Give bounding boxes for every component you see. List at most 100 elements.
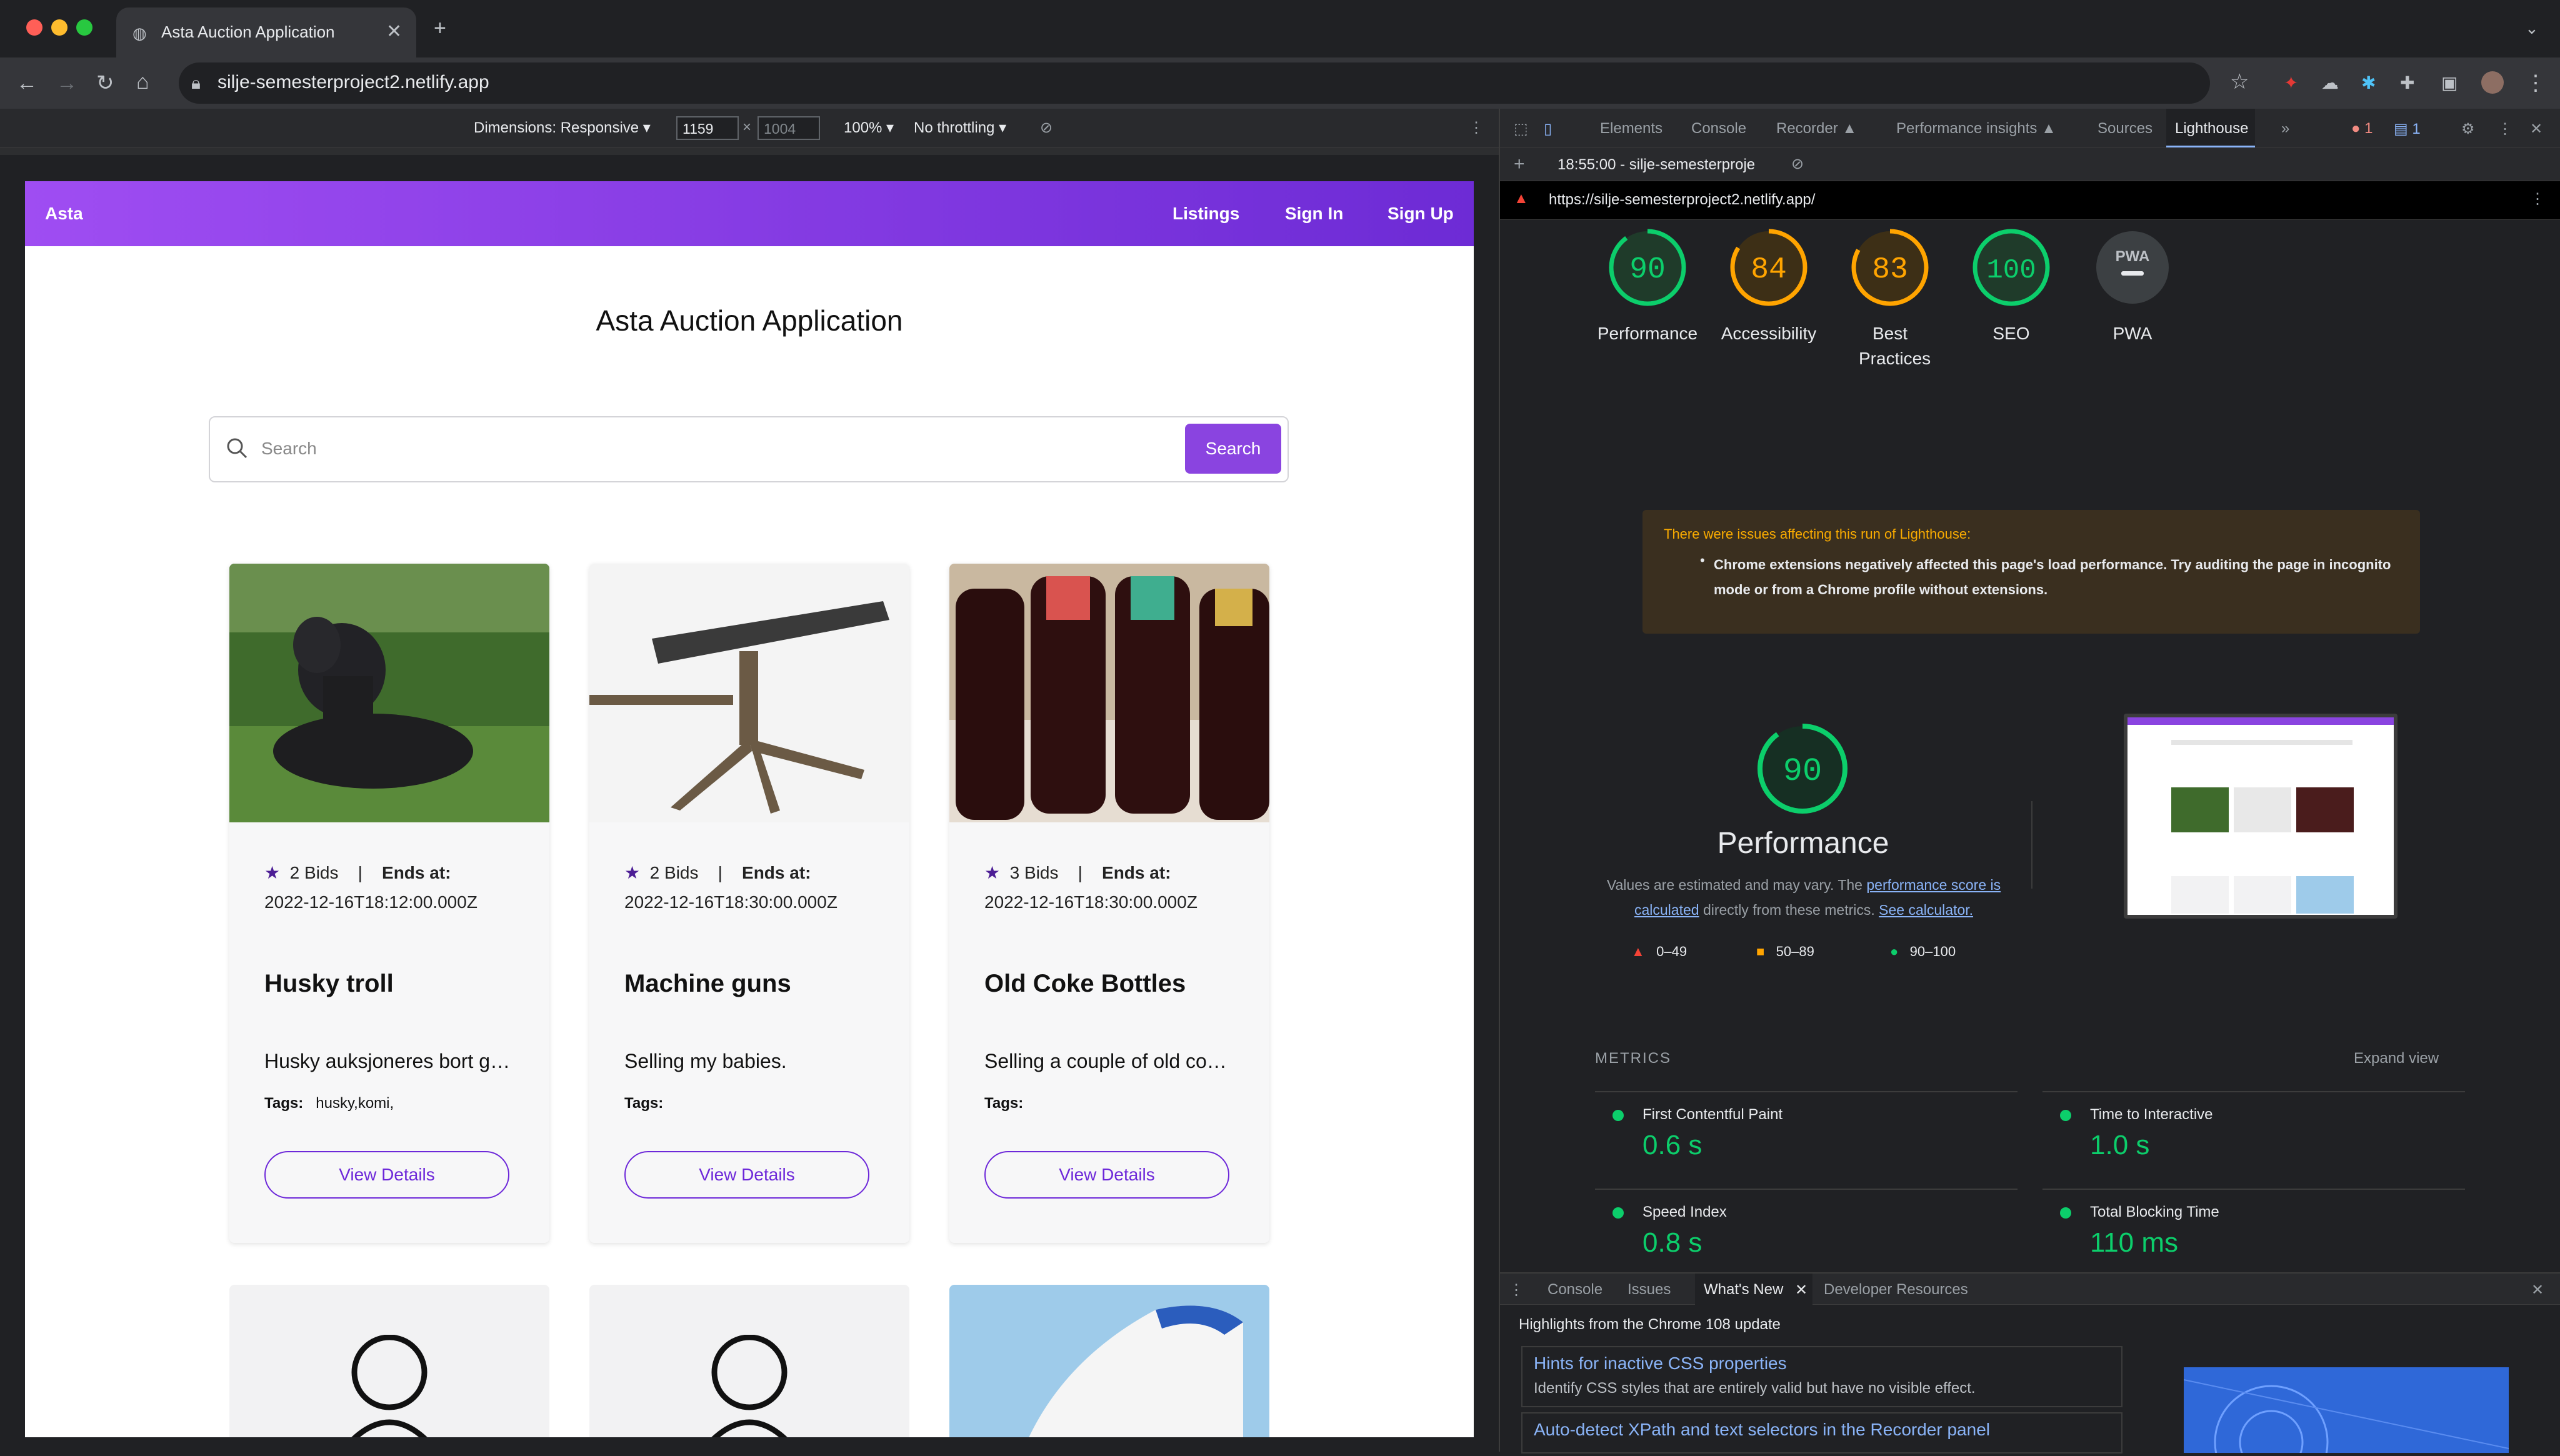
minimize-window-button[interactable] (51, 19, 68, 36)
drawer-tab-developer-resources[interactable]: Developer Resources (1824, 1281, 1968, 1299)
tab-console[interactable]: Console (1691, 120, 1746, 137)
report-select[interactable]: 18:55:00 - silje-semesterproje (1558, 156, 1755, 174)
inspect-icon[interactable]: ⬚ (1514, 120, 1528, 138)
close-window-button[interactable] (26, 19, 42, 36)
close-devtools-icon[interactable]: ✕ (2530, 120, 2542, 138)
height-input[interactable]: 1004 (758, 116, 820, 140)
menu-kebab-icon[interactable]: ⋮ (2525, 72, 2546, 94)
extension-icon[interactable]: ✱ (2361, 72, 2376, 94)
score-label: PWA (2112, 324, 2152, 343)
lighthouse-toolbar: + 18:55:00 - silje-semesterproje ⊘ (1500, 147, 2560, 181)
user-placeholder-icon[interactable] (699, 1335, 799, 1437)
close-tab-icon[interactable]: ✕ (1795, 1281, 1808, 1299)
tab-lighthouse[interactable]: Lighthouse (2175, 120, 2248, 137)
listing-description: Husky auksjoneres bort g… (264, 1050, 511, 1072)
zoom-select[interactable]: 100% ▾ (844, 119, 894, 137)
thumb-card-image (2234, 787, 2291, 832)
score-gauge-best-practices[interactable]: 83 (1849, 226, 1931, 309)
expand-view-toggle[interactable]: Expand view (2354, 1050, 2439, 1067)
maximize-window-button[interactable] (76, 19, 92, 36)
dimensions-select[interactable]: Dimensions: Responsive ▾ (474, 119, 651, 137)
back-icon[interactable]: ← (16, 72, 38, 94)
gear-icon[interactable]: ⚙ (2461, 120, 2475, 138)
score-label: Best Practices (1859, 324, 1931, 368)
page-screenshot-thumbnail[interactable] (2124, 714, 2398, 919)
close-tab-icon[interactable]: ✕ (386, 21, 402, 42)
end-date: 2022-12-16T18:30:00.000Z (984, 892, 1198, 912)
tab-elements[interactable]: Elements (1600, 120, 1662, 137)
width-input[interactable]: 1159 (676, 116, 739, 140)
menu-kebab-icon[interactable]: ⋮ (2498, 120, 2512, 138)
score-gauge-performance[interactable]: 90 (1606, 226, 1689, 309)
tab-sources[interactable]: Sources (2098, 120, 2152, 137)
listing-image-dog[interactable] (229, 564, 549, 822)
side-panel-icon[interactable]: ▣ (2441, 72, 2458, 94)
menu-kebab-icon[interactable]: ⋮ (2530, 190, 2545, 208)
clear-icon[interactable]: ⊘ (1791, 155, 1804, 173)
device-toggle-icon[interactable]: ▯ (1544, 120, 1552, 138)
error-count[interactable]: ● 1 (2351, 120, 2373, 137)
address-bar-url: silje-semesterproject2.netlify.app (218, 72, 489, 92)
nav-listings[interactable]: Listings (1172, 204, 1239, 224)
extension-icon[interactable]: ☁ (2321, 72, 2339, 94)
menu-kebab-icon[interactable]: ⋮ (1509, 1281, 1524, 1299)
score-label: SEO (1992, 324, 2030, 343)
message-count[interactable]: ▤ 1 (2394, 120, 2421, 138)
menu-kebab-icon[interactable]: ⋮ (1469, 119, 1484, 137)
profile-avatar[interactable] (2481, 71, 2504, 94)
whats-new-item[interactable]: Hints for inactive CSS properties Identi… (1521, 1346, 2122, 1407)
score-gauge-pwa[interactable]: PWA (2091, 226, 2174, 309)
whats-new-title[interactable]: Auto-detect XPath and text selectors in … (1534, 1420, 1990, 1440)
listing-title: Old Coke Bottles (984, 970, 1186, 997)
nav-sign-in[interactable]: Sign In (1285, 204, 1343, 224)
brand-logo[interactable]: Asta (45, 204, 83, 224)
metric-item: Time to Interactive 1.0 s (2042, 1091, 2465, 1187)
view-details-button[interactable]: View Details (984, 1151, 1229, 1199)
tab-performance-insights[interactable]: Performance insights ▲ (1896, 120, 2056, 137)
view-details-button[interactable]: View Details (264, 1151, 509, 1199)
whats-new-graphic (2183, 1379, 2509, 1456)
new-tab-icon[interactable]: + (434, 17, 446, 39)
throttling-select[interactable]: No throttling ▾ (914, 119, 1006, 137)
address-bar[interactable]: 🔒︎ silje-semesterproject2.netlify.app (179, 62, 2210, 104)
close-drawer-icon[interactable]: ✕ (2531, 1281, 2544, 1299)
legend-fail: ▲ 0–49 (1631, 944, 1687, 960)
rotate-icon[interactable]: ⊘ (1040, 119, 1052, 137)
whats-new-item[interactable]: Auto-detect XPath and text selectors in … (1521, 1412, 2122, 1454)
search-button[interactable]: Search (1185, 424, 1281, 474)
end-date: 2022-12-16T18:12:00.000Z (264, 892, 478, 912)
whats-new-title[interactable]: Hints for inactive CSS properties (1534, 1354, 1787, 1374)
view-details-button[interactable]: View Details (624, 1151, 869, 1199)
extensions-puzzle-icon[interactable]: ✚ (2400, 72, 2414, 94)
report-url[interactable]: https://silje-semesterproject2.netlify.a… (1549, 191, 1815, 209)
search-input[interactable]: Search (261, 439, 317, 459)
user-placeholder-icon[interactable] (339, 1335, 439, 1437)
browser-tab[interactable]: ◍ Asta Auction Application ✕ (116, 7, 416, 59)
listing-image-sneaker[interactable] (949, 1285, 1269, 1437)
extension-icon[interactable]: ✦ (2284, 72, 2298, 94)
lighthouse-icon: ▲ (1514, 190, 1529, 207)
tab-title: Asta Auction Application (161, 22, 335, 41)
tab-recorder[interactable]: Recorder ▲ (1776, 120, 1857, 137)
reload-icon[interactable]: ↻ (96, 72, 114, 94)
listing-card: ★ 2 Bids | Ends at: 2022-12-16T18:30:00.… (589, 564, 909, 1243)
star-icon: ★ (984, 863, 1001, 882)
score-gauge-accessibility[interactable]: 84 (1728, 226, 1810, 309)
bookmark-star-icon[interactable]: ☆ (2230, 71, 2249, 92)
score-gauge-seo[interactable]: 100 (1970, 226, 2052, 309)
drawer-tab-console[interactable]: Console (1548, 1281, 1602, 1299)
listing-image-machine-gun[interactable] (589, 564, 909, 822)
drawer-tab-issues[interactable]: Issues (1628, 1281, 1671, 1299)
forward-icon[interactable]: → (56, 72, 78, 94)
performance-gauge-large[interactable]: 90 (1754, 720, 1851, 817)
nav-sign-up[interactable]: Sign Up (1388, 204, 1454, 224)
chevron-down-icon[interactable]: ⌄ (2525, 17, 2539, 39)
media-query-ruler[interactable] (0, 147, 1499, 155)
new-report-icon[interactable]: + (1514, 154, 1525, 175)
note-prefix: Values are estimated and may vary. The (1606, 877, 1867, 893)
drawer-tab-whats-new[interactable]: What's New (1704, 1281, 1783, 1299)
more-tabs-icon[interactable]: » (2281, 120, 2289, 137)
calculator-link[interactable]: See calculator. (1879, 902, 1973, 918)
listing-image-coke-bottles[interactable] (949, 564, 1269, 822)
home-icon[interactable]: ⌂ (136, 71, 149, 92)
